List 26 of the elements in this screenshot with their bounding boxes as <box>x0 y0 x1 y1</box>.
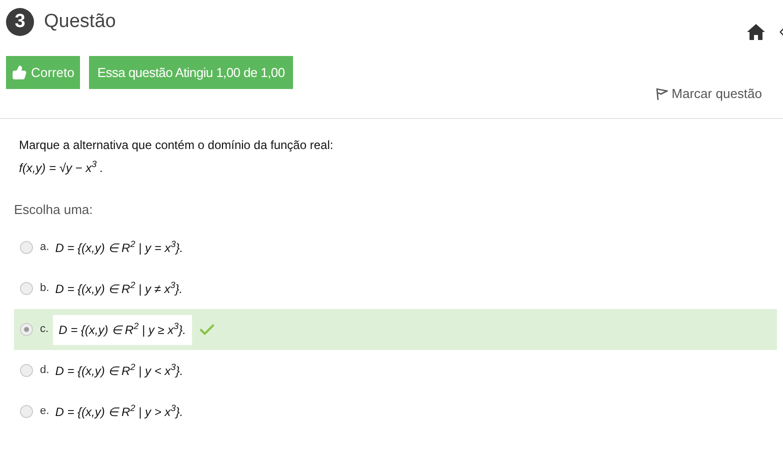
option-formula: D = {(x,y) ∈ R$^{2}$ | y < x$^{3}$}. <box>55 362 184 380</box>
result-label: Correto <box>31 64 74 82</box>
question-text: Marque a alternativa que contém o domínio da função real: <box>19 136 334 154</box>
radio-button[interactable] <box>20 364 33 377</box>
option-letter: a. <box>40 240 50 256</box>
grade-badge: Essa questão Atingiu 1,00 de 1,00 <box>89 56 293 89</box>
choose-label: Escolha uma: <box>14 200 94 218</box>
option-formula: D = {(x,y) ∈ R$^{2}$ | y ≠ x$^{3}$}. <box>55 280 183 298</box>
option-formula: D = {(x,y) ∈ R$^{2}$ | y = x$^{3}$}. <box>55 238 184 256</box>
thumbs-up-icon <box>12 65 27 80</box>
question-title: Questão <box>44 10 116 34</box>
option-letter: b. <box>40 281 50 296</box>
radio-button[interactable] <box>20 323 33 336</box>
radio-button[interactable] <box>20 282 33 295</box>
option-letter: e. <box>40 404 50 420</box>
home-icon[interactable] <box>747 24 765 40</box>
flag-icon <box>656 86 668 101</box>
option-letter: c. <box>40 322 49 338</box>
radio-button[interactable] <box>20 241 33 254</box>
function-formula: f(x,y) = √y − x$^{3}$ . <box>19 158 104 176</box>
option-letter: d. <box>40 363 50 378</box>
flag-question-link[interactable]: Marcar questão <box>656 84 762 104</box>
question-number: 3 <box>6 8 34 36</box>
option-formula: D = {(x,y) ∈ R$^{2}$ | y ≥ x$^{3}$}. <box>52 314 192 344</box>
option-formula: D = {(x,y) ∈ R$^{2}$ | y > x$^{3}$}. <box>55 402 184 420</box>
radio-button[interactable] <box>20 405 33 418</box>
